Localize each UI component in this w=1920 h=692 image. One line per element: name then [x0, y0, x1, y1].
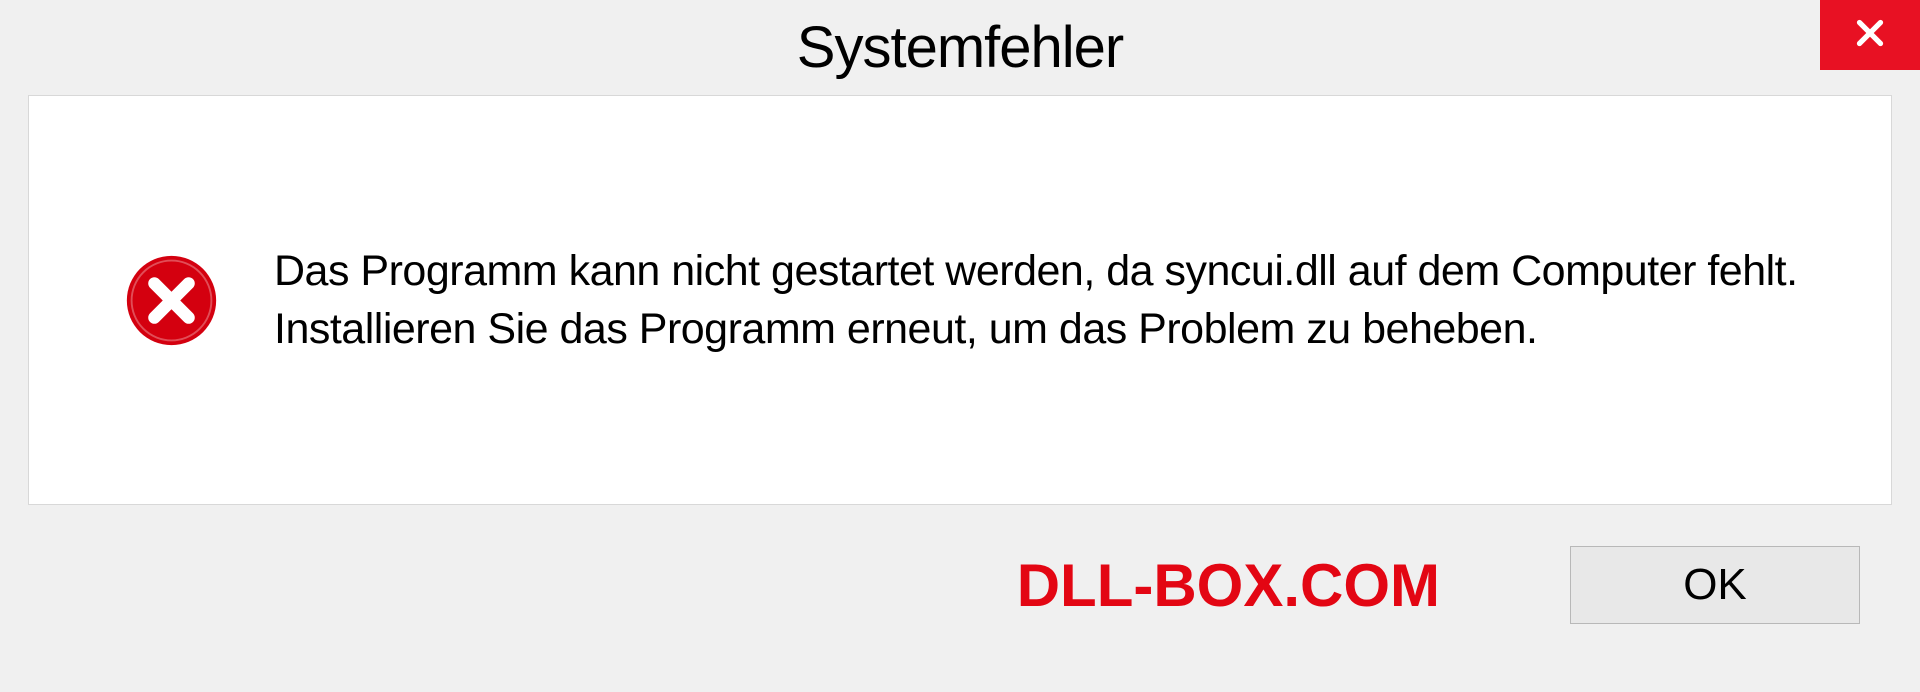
watermark-text: DLL-BOX.COM	[1017, 551, 1440, 620]
error-message: Das Programm kann nicht gestartet werden…	[274, 242, 1811, 358]
close-icon	[1852, 15, 1888, 56]
dialog-footer: DLL-BOX.COM OK	[0, 505, 1920, 665]
dialog-title: Systemfehler	[797, 14, 1123, 81]
error-dialog: Systemfehler Das Programm kann nicht ges…	[0, 0, 1920, 692]
title-bar: Systemfehler	[0, 0, 1920, 95]
ok-button[interactable]: OK	[1570, 546, 1860, 624]
error-icon	[124, 253, 219, 348]
ok-button-label: OK	[1683, 560, 1747, 610]
content-area: Das Programm kann nicht gestartet werden…	[28, 95, 1892, 505]
close-button[interactable]	[1820, 0, 1920, 70]
